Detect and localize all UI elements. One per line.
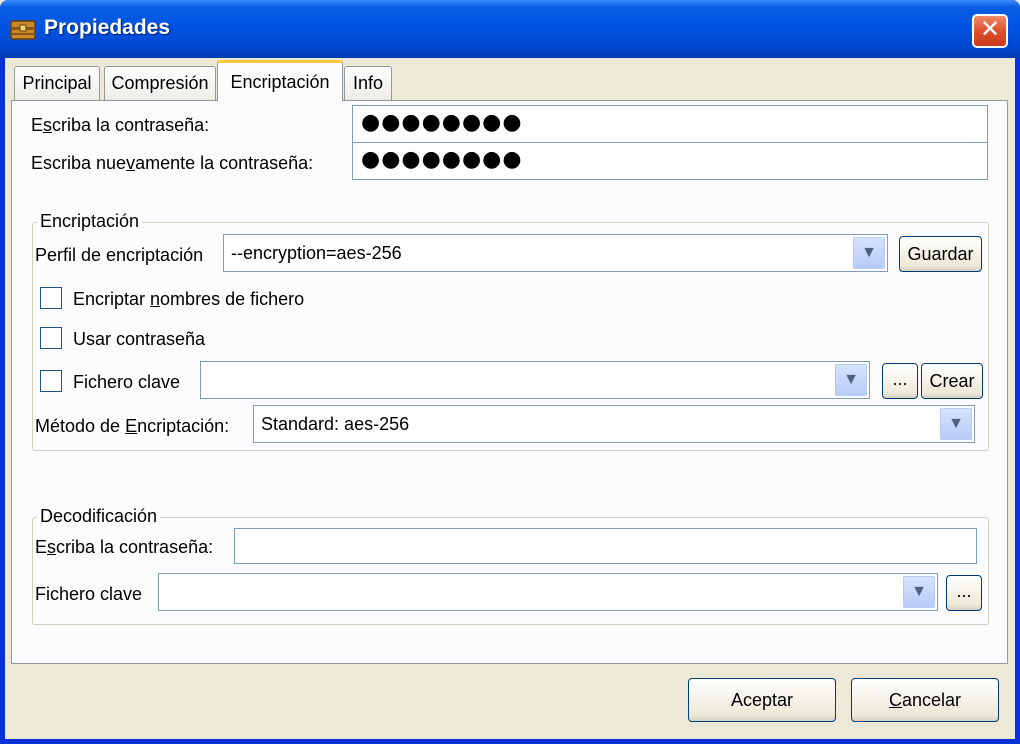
dialog-body: Principal Compresión Encriptación Info E…	[5, 58, 1015, 739]
method-label-pre: Método de	[35, 416, 126, 436]
decoding-legend: Decodificación	[37, 506, 161, 527]
save-profile-button[interactable]: Guardar	[899, 236, 982, 272]
close-icon: ✕	[979, 16, 1001, 43]
decoding-browse-button[interactable]: ...	[946, 575, 982, 611]
tab-label: Info	[352, 73, 384, 93]
tab-compression[interactable]: Compresión	[104, 66, 216, 101]
method-dropdown[interactable]: Standard: aes-256 ▼	[253, 405, 975, 443]
chevron-down-icon[interactable]: ▼	[903, 576, 935, 608]
accept-button[interactable]: Aceptar	[688, 678, 836, 722]
method-value: Standard: aes-256	[261, 414, 410, 434]
confirm-label-post: amente la contraseña:	[135, 153, 314, 173]
keyfile-dropdown[interactable]: ▼	[200, 361, 870, 399]
cancel-mnemonic: C	[888, 690, 902, 710]
window-title: Propiedades	[44, 16, 171, 39]
confirm-label-mnemonic: v	[126, 153, 136, 173]
tab-principal[interactable]: Principal	[14, 66, 100, 101]
properties-dialog: Propiedades ✕ Principal Compresión Encri…	[0, 0, 1020, 744]
tab-label: Principal	[22, 73, 92, 93]
confirm-password-field[interactable]: ●●●●●●●●	[352, 142, 988, 180]
method-label-mnemonic: E	[125, 416, 138, 436]
confirm-password-mask: ●●●●●●●●	[361, 147, 523, 172]
create-label: Crear	[929, 371, 975, 391]
profile-label: Perfil de encriptación	[35, 245, 204, 265]
password-label-pre: E	[31, 115, 44, 135]
chevron-down-icon[interactable]: ▼	[940, 408, 972, 440]
chevron-down-icon[interactable]: ▼	[853, 237, 885, 269]
accept-label: Aceptar	[730, 690, 794, 710]
tab-label: Compresión	[111, 73, 209, 93]
browse-label: ...	[892, 369, 908, 389]
archive-icon	[10, 20, 36, 40]
use-password-checkbox[interactable]	[40, 327, 62, 349]
encryption-tab-panel: Escriba la contraseña: ●●●●●●●● Escriba …	[11, 100, 1008, 664]
tab-info[interactable]: Info	[344, 66, 392, 101]
use-password-label[interactable]: Usar contraseña	[73, 329, 205, 350]
password-label-post: criba la contraseña:	[52, 115, 210, 135]
confirm-label-pre: Escriba nue	[31, 153, 127, 173]
chevron-down-icon[interactable]: ▼	[835, 364, 867, 396]
password-label: Escriba la contraseña:	[31, 115, 209, 136]
create-keyfile-button[interactable]: Crear	[921, 363, 983, 399]
decoding-keyfile-label: Fichero clave	[35, 584, 143, 604]
encrypt-names-pre: Encriptar	[73, 289, 151, 309]
cancel-button[interactable]: Cancelar	[851, 678, 999, 722]
profile-value: --encryption=aes-256	[231, 243, 402, 263]
encrypt-names-post: ombres de fichero	[160, 289, 305, 309]
tab-label: Encriptación	[230, 72, 330, 92]
save-profile-label: Guardar	[907, 244, 974, 264]
decoding-keyfile-dropdown[interactable]: ▼	[158, 573, 938, 611]
confirm-password-label: Escriba nuevamente la contraseña:	[31, 153, 313, 174]
decoding-password-field[interactable]	[234, 528, 977, 564]
keyfile-label[interactable]: Fichero clave	[73, 372, 180, 393]
decoding-password-pre: E	[35, 537, 48, 557]
decoding-group: Decodificación Escriba la contraseña: Fi…	[32, 506, 989, 625]
encryption-group: Encriptación Perfil de encriptación --en…	[32, 211, 989, 451]
decoding-password-post: criba la contraseña:	[56, 537, 214, 557]
encrypt-names-label[interactable]: Encriptar nombres de fichero	[73, 289, 304, 310]
encrypt-names-checkbox[interactable]	[40, 287, 62, 309]
method-label-post: ncriptación:	[137, 416, 230, 436]
decoding-browse-label: ...	[956, 581, 972, 601]
password-field[interactable]: ●●●●●●●●	[352, 105, 988, 143]
cancel-label: ancelar	[901, 690, 962, 710]
password-mask: ●●●●●●●●	[361, 110, 523, 135]
method-label: Método de Encriptación:	[35, 416, 229, 437]
password-label-mnemonic: s	[43, 115, 53, 135]
tab-encryption[interactable]: Encriptación	[217, 60, 343, 101]
browse-keyfile-button[interactable]: ...	[882, 363, 918, 399]
title-bar[interactable]: Propiedades ✕	[0, 0, 1020, 58]
close-button[interactable]: ✕	[972, 14, 1008, 48]
decoding-password-mnemonic: s	[47, 537, 57, 557]
encryption-legend: Encriptación	[37, 211, 143, 232]
encrypt-names-mnemonic: n	[150, 289, 161, 309]
profile-dropdown[interactable]: --encryption=aes-256 ▼	[223, 234, 888, 272]
decoding-password-label: Escriba la contraseña:	[35, 537, 213, 558]
keyfile-checkbox[interactable]	[40, 370, 62, 392]
